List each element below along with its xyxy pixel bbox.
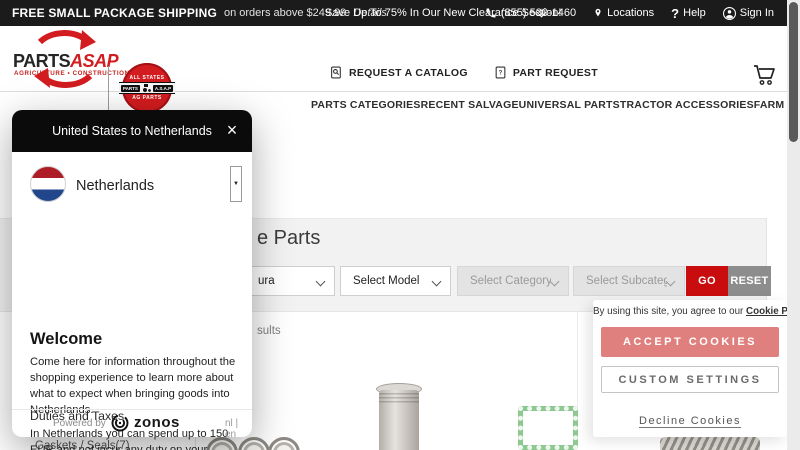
- logo-parts-text: PARTS: [13, 51, 71, 71]
- zonos-modal: United States to Netherlands × Netherlan…: [12, 110, 252, 450]
- zonos-brand-link[interactable]: zonos: [134, 414, 180, 431]
- zonos-modal-title: United States to Netherlands: [52, 124, 212, 138]
- accept-cookies-button[interactable]: ACCEPT COOKIES: [601, 327, 779, 357]
- all-states-badge-logo[interactable]: ALL STATES PARTS A.S.A.P AG PARTS: [118, 63, 176, 113]
- request-catalog-label: REQUEST A CATALOG: [349, 66, 468, 79]
- nav-recent-salvage[interactable]: RECENT SALVAGE: [421, 99, 519, 111]
- product-image-oil-pan-gasket[interactable]: [518, 406, 578, 450]
- help-label: Help: [683, 7, 706, 19]
- subcategory-select: Select Subcategor: [573, 266, 685, 296]
- decline-cookies-link[interactable]: Decline Cookies: [639, 415, 741, 428]
- product-image-ring-set[interactable]: [660, 437, 760, 450]
- chevron-down-icon: [665, 276, 676, 286]
- cookie-banner: By using this site, you agree to our Coo…: [593, 300, 800, 437]
- signin-label: Sign In: [739, 7, 774, 19]
- svg-text:?: ?: [498, 71, 502, 77]
- scrollbar-thumb[interactable]: [789, 2, 798, 142]
- help-icon: ?: [671, 5, 680, 21]
- phone-number: (855) 530-1460: [500, 7, 577, 19]
- decline-cookies-wrap: Decline Cookies: [593, 415, 787, 428]
- part-request-label: PART REQUEST: [512, 66, 598, 79]
- header-actions: REQUEST A CATALOG ? PART REQUEST: [330, 66, 598, 79]
- country-select[interactable]: ▼: [230, 166, 242, 202]
- welcome-heading: Welcome: [30, 330, 103, 348]
- logo-asap-text: ASAP: [70, 51, 119, 71]
- nav-parts-categories[interactable]: PARTS CATEGORIES: [311, 99, 421, 111]
- badge-top-text: ALL STATES: [129, 75, 165, 81]
- chevron-down-icon: [431, 276, 442, 286]
- badge-asap-text: A.S.A.P: [152, 84, 174, 92]
- cookie-message-text: By using this site, you agree to our: [593, 306, 747, 317]
- results-count: sults: [257, 325, 281, 337]
- part-request-link[interactable]: ? PART REQUEST: [494, 66, 598, 79]
- gasket-bolt-holes: [518, 406, 578, 450]
- scrollbar-track[interactable]: [787, 0, 800, 450]
- tractor-icon: [142, 84, 151, 92]
- page-title: e Parts: [257, 227, 321, 249]
- chevron-down-icon: [549, 276, 560, 286]
- signin-link[interactable]: Sign In: [722, 6, 774, 20]
- part-request-icon: ?: [495, 66, 506, 79]
- partsasap-logo[interactable]: PARTSASAP AGRICULTURE • CONSTRUCTION: [8, 30, 129, 88]
- promo-text: FREE SMALL PACKAGE SHIPPING: [12, 6, 217, 20]
- locations-label: Locations: [607, 7, 655, 19]
- custom-settings-button[interactable]: CUSTOM SETTINGS: [601, 366, 779, 393]
- logo-tagline: AGRICULTURE • CONSTRUCTION: [14, 70, 130, 77]
- user-icon: [722, 6, 736, 20]
- help-link[interactable]: ? Help: [671, 6, 706, 21]
- catalog-icon: [331, 66, 341, 79]
- cookie-message: By using this site, you agree to our Coo…: [593, 306, 800, 317]
- cart-icon[interactable]: [752, 62, 776, 86]
- category-select: Select Category: [457, 266, 569, 296]
- country-name: Netherlands: [76, 178, 155, 194]
- page-root: FREE SMALL PACKAGE SHIPPING on orders ab…: [0, 0, 800, 450]
- nav-tractor-accessories[interactable]: TRACTOR ACCESSORIES: [620, 99, 754, 111]
- phone-icon: [486, 8, 496, 18]
- powered-by-label: Powered by: [53, 418, 106, 429]
- header-divider: [108, 66, 109, 110]
- location-pin-icon: [595, 8, 601, 17]
- topbar: FREE SMALL PACKAGE SHIPPING on orders ab…: [0, 0, 800, 26]
- category-select-value: Select Category: [470, 275, 551, 287]
- language-switcher[interactable]: nl | en: [225, 418, 252, 440]
- netherlands-flag-icon: [30, 166, 66, 202]
- model-select-value: Select Model: [353, 275, 420, 287]
- subcategory-select-value: Select Subcategor: [586, 275, 667, 287]
- chevron-down-icon: [315, 276, 326, 286]
- model-select[interactable]: Select Model: [340, 266, 451, 296]
- badge-band: PARTS A.S.A.P: [118, 82, 176, 94]
- request-catalog-link[interactable]: REQUEST A CATALOG: [330, 66, 468, 79]
- zonos-modal-header: United States to Netherlands: [12, 110, 252, 152]
- zonos-spiral-icon: [111, 414, 129, 432]
- main-nav: PARTS CATEGORIES RECENT SALVAGE UNIVERSA…: [311, 99, 800, 111]
- badge-bottom-text: AG PARTS: [132, 95, 162, 101]
- select-arrow-icon: ▼: [233, 181, 239, 187]
- locations-link[interactable]: Locations: [593, 7, 654, 19]
- badge-parts-text: PARTS: [120, 84, 140, 92]
- logo-wordmark: PARTSASAP: [13, 51, 119, 72]
- phone-link[interactable]: (855) 530-1460: [485, 7, 576, 19]
- piston-grooves-detail: [379, 393, 419, 405]
- reset-button[interactable]: RESET: [728, 266, 771, 296]
- topbar-links: (855) 530-1460 Locations ? Help Sign In: [485, 0, 774, 26]
- product-image-piston-ring[interactable]: [268, 437, 300, 450]
- close-icon[interactable]: ×: [222, 118, 242, 142]
- zonos-modal-footer: Powered by zonos nl | en: [12, 409, 252, 440]
- nav-universal-parts[interactable]: UNIVERSAL PARTS: [519, 99, 620, 111]
- site-header: PARTSASAP AGRICULTURE • CONSTRUCTION ALL…: [0, 26, 800, 113]
- go-button[interactable]: GO: [686, 266, 728, 296]
